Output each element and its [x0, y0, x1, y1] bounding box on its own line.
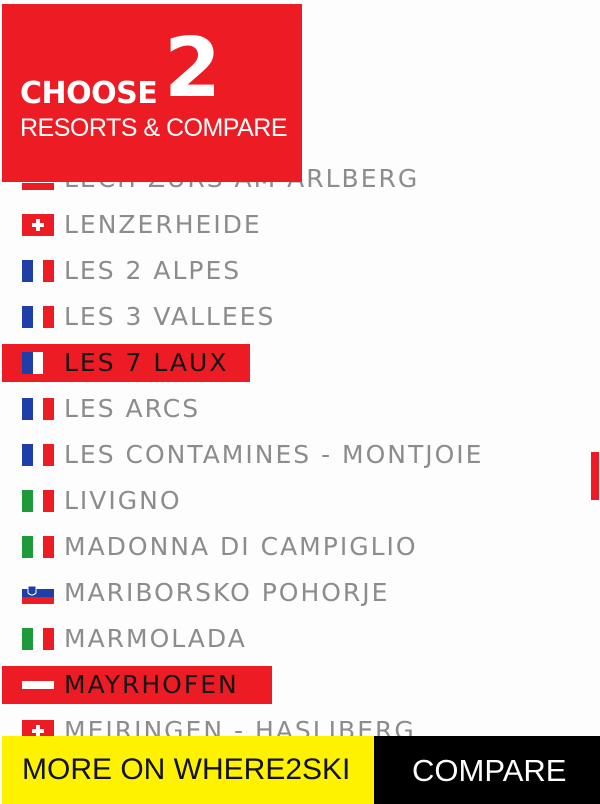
resort-name: MAYRHOFEN: [64, 670, 239, 699]
resort-row[interactable]: LIVIGNO: [0, 482, 600, 520]
resort-name: LENZERHEIDE: [64, 210, 262, 239]
resort-name: MADONNA DI CAMPIGLIO: [64, 532, 418, 561]
flag-italy-icon: [22, 628, 54, 650]
flag-france-icon: [22, 352, 54, 374]
flag-france-icon: [22, 260, 54, 282]
resort-name: MARIBORSKO POHORJE: [64, 578, 390, 607]
resort-row[interactable]: MARIBORSKO POHORJE: [0, 574, 600, 612]
flag-france-icon: [22, 398, 54, 420]
flag-france-icon: [22, 444, 54, 466]
compare-label: COMPARE: [412, 753, 567, 788]
resort-row[interactable]: LES 2 ALPES: [0, 252, 600, 290]
resort-row[interactable]: MAYRHOFEN: [2, 666, 272, 704]
more-on-where2ski-button[interactable]: MORE ON WHERE2SKI: [2, 736, 374, 804]
header-banner: CHOOSE 2 RESORTS & COMPARE: [2, 4, 302, 182]
header-number: 2: [164, 21, 222, 116]
footer-bar: MORE ON WHERE2SKI COMPARE: [0, 736, 600, 804]
resort-name: LES 2 ALPES: [64, 256, 242, 285]
resort-row[interactable]: LENZERHEIDE: [0, 206, 600, 244]
resort-row[interactable]: LES 7 LAUX: [2, 344, 250, 382]
resort-row[interactable]: LES CONTAMINES - MONTJOIE: [0, 436, 600, 474]
flag-italy-icon: [22, 536, 54, 558]
flag-slovenia-icon: [22, 582, 54, 604]
resort-row[interactable]: LES ARCS: [0, 390, 600, 428]
resort-row[interactable]: MARMOLADA: [0, 620, 600, 658]
resort-name: LES 7 LAUX: [64, 348, 229, 377]
resort-name: LES ARCS: [64, 394, 201, 423]
resort-name: LES 3 VALLEES: [64, 302, 276, 331]
resort-name: LIVIGNO: [64, 486, 182, 515]
resort-name: MARMOLADA: [64, 624, 247, 653]
resort-row[interactable]: MADONNA DI CAMPIGLIO: [0, 528, 600, 566]
compare-button[interactable]: COMPARE: [374, 736, 600, 804]
scrollbar-indicator[interactable]: [591, 452, 599, 500]
resort-name: LES CONTAMINES - MONTJOIE: [64, 440, 484, 469]
flag-italy-icon: [22, 490, 54, 512]
header-subtitle: RESORTS & COMPARE: [20, 114, 288, 142]
more-on-where2ski-label: MORE ON WHERE2SKI: [22, 753, 351, 786]
flag-austria-icon: [22, 674, 54, 696]
header-choose-text: CHOOSE: [20, 76, 158, 111]
flag-switzerland-icon: [22, 214, 54, 236]
flag-france-icon: [22, 306, 54, 328]
resort-row[interactable]: LES 3 VALLEES: [0, 298, 600, 336]
